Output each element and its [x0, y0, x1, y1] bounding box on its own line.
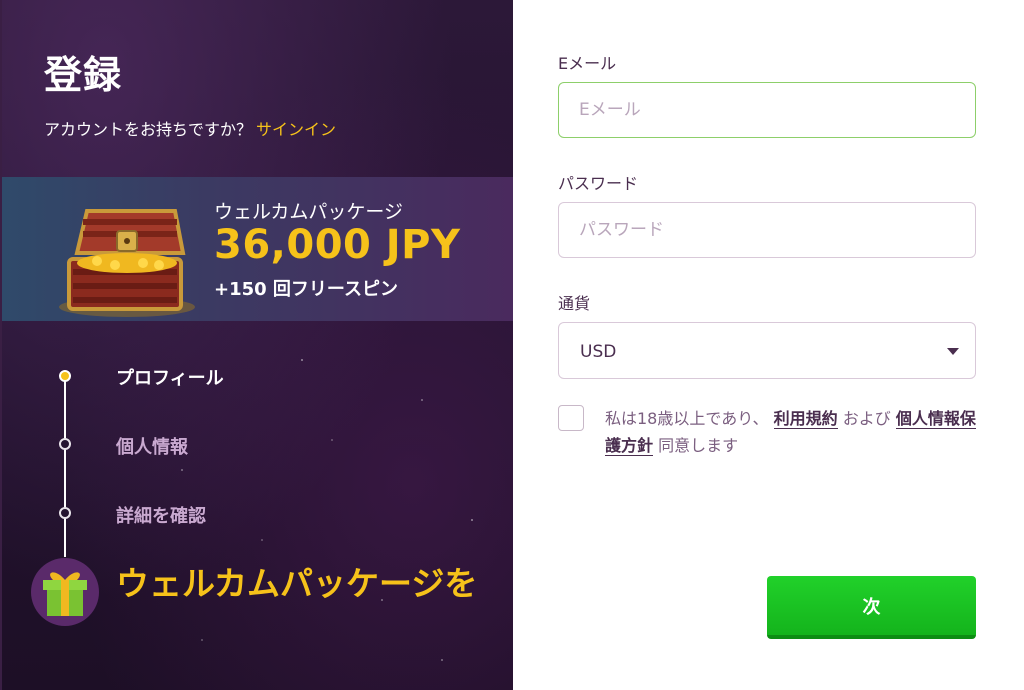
page-title: 登録: [44, 53, 123, 97]
terms-consent-text: 私は18歳以上であり、 利用規約 および 個人情報保護方針 同意します: [605, 405, 985, 459]
signin-prompt-line: アカウントをお持ちですか？ サインイン: [44, 116, 336, 140]
password-field[interactable]: [558, 202, 976, 258]
registration-modal: 登録 アカウントをお持ちですか？ サインイン ウェルカムパッケージ 36,000 …: [0, 0, 1024, 690]
currency-select[interactable]: USD: [558, 322, 976, 379]
email-field[interactable]: [558, 82, 976, 138]
signin-prompt: アカウントをお持ちですか？: [44, 120, 253, 139]
step-label-personal-info: 個人情報: [116, 437, 188, 458]
currency-select-value: USD: [580, 342, 617, 362]
next-button[interactable]: 次: [767, 576, 976, 639]
step-dot-confirm: [59, 507, 71, 519]
welcome-package-heading: ウェルカムパッケージを: [116, 564, 478, 603]
terms-text-before: 私は18歳以上であり、: [605, 409, 769, 428]
promo-panel: 登録 アカウントをお持ちですか？ サインイン ウェルカムパッケージ 36,000 …: [0, 0, 515, 690]
promo-subtitle: ウェルカムパッケージ: [214, 201, 404, 223]
step-dot-personal-info: [59, 438, 71, 450]
promo-free-spins: +150 回フリースピン: [214, 279, 399, 300]
step-dot-profile: [59, 370, 71, 382]
email-label: Eメール: [558, 54, 617, 73]
currency-label: 通貨: [558, 294, 591, 313]
treasure-chest-icon: [59, 209, 195, 317]
gift-icon-badge: [31, 558, 99, 626]
password-label: パスワード: [558, 174, 639, 193]
step-label-profile: プロフィール: [116, 368, 224, 389]
terms-of-use-link[interactable]: 利用規約: [773, 409, 838, 429]
signin-link[interactable]: サインイン: [256, 120, 336, 139]
promo-amount: 36,000 JPY: [214, 222, 461, 268]
chevron-down-icon: [947, 348, 959, 355]
steps-progress-line: [64, 377, 66, 557]
age-terms-checkbox[interactable]: [558, 405, 584, 431]
terms-text-after: 同意します: [658, 436, 739, 455]
step-label-confirm: 詳細を確認: [116, 506, 206, 527]
gift-icon: [43, 572, 87, 616]
registration-form: Eメール パスワード 通貨 USD 私は18歳以上であり、 利用規約 および 個…: [513, 0, 1024, 690]
terms-text-middle: および: [842, 409, 891, 428]
